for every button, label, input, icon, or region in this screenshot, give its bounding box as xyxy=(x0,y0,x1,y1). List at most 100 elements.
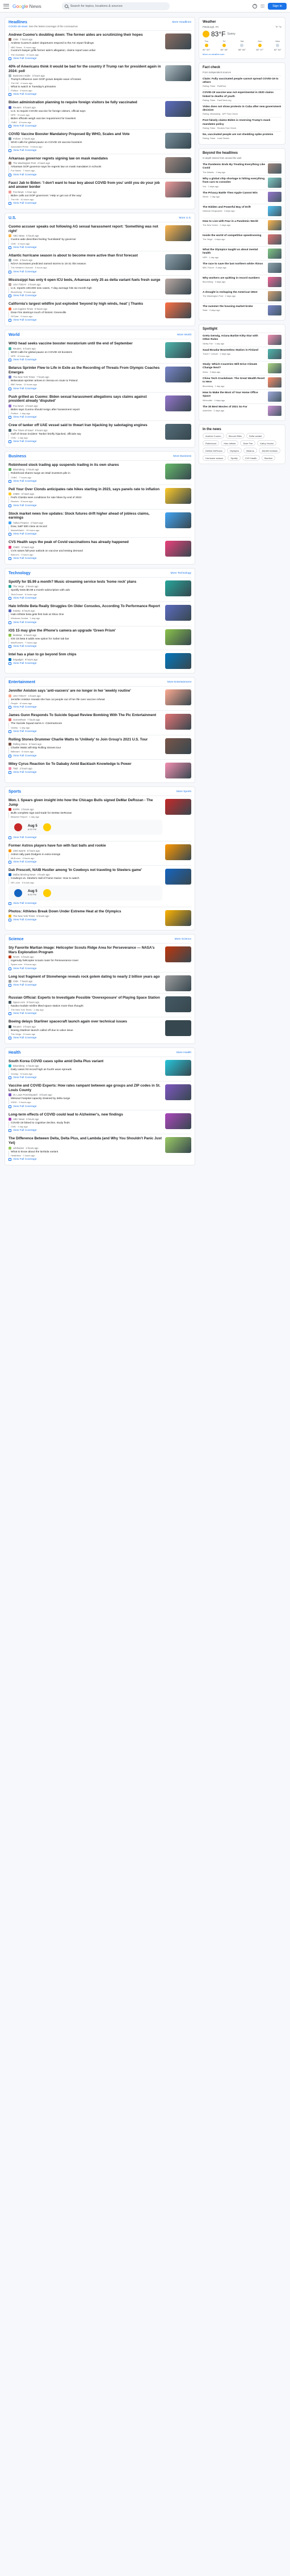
story-thumbnail[interactable] xyxy=(165,689,191,706)
source-name[interactable]: The Verge xyxy=(13,585,24,588)
side-story-headline[interactable]: Why workers are quitting in record numbe… xyxy=(203,277,266,280)
related-headline[interactable]: Daily cases hit record high as fourth wa… xyxy=(11,1068,72,1072)
story-headline[interactable]: Mon. I. Spears given insight into how th… xyxy=(9,798,162,807)
full-coverage-link[interactable]: View Full Coverage xyxy=(9,440,162,443)
story-headline[interactable]: Halo Infinite Beta Really Struggles On O… xyxy=(9,604,162,609)
topic-chip[interactable]: Spotify xyxy=(228,455,241,461)
story-thumbnail[interactable] xyxy=(165,342,191,359)
full-coverage-link[interactable]: View Full Coverage xyxy=(9,919,162,922)
more-link[interactable]: More Entertainment xyxy=(167,681,191,684)
topic-chip[interactable]: Halo Infinite xyxy=(221,440,239,447)
full-coverage-link[interactable]: View Full Coverage xyxy=(9,1157,162,1161)
story-thumbnail[interactable] xyxy=(165,302,191,319)
story-thumbnail[interactable] xyxy=(165,395,191,411)
story-headline[interactable]: Photos: Athletes Break Down Under Extrem… xyxy=(9,910,162,914)
related-headline[interactable]: Andrew Cuomo's aides' departures respond… xyxy=(11,42,94,45)
story-headline[interactable]: Spotify for $5.99 a month? Music streami… xyxy=(9,580,162,584)
story-headline[interactable]: Robinhood stock trading app suspends tra… xyxy=(9,463,162,468)
story-headline[interactable]: Mississippi has only 6 open ICU beds, Ar… xyxy=(9,278,162,283)
side-story-headline[interactable]: No, vaccinated people are not shedding s… xyxy=(203,133,281,137)
related-headline[interactable]: Cuomo's lawyer grills former aide's alle… xyxy=(11,49,95,53)
source-name[interactable]: Engadget xyxy=(13,658,23,661)
side-story[interactable]: A drought is reshaping the American West… xyxy=(203,289,281,303)
story-thumbnail[interactable] xyxy=(165,653,191,670)
side-story-headline[interactable]: A drought is reshaping the American West xyxy=(203,291,266,294)
side-story-headline[interactable]: Why a global chip shortage is hitting ev… xyxy=(203,178,266,184)
story-headline[interactable]: Intel has a plan to go beyond 5nm chips xyxy=(9,653,162,657)
topic-chip[interactable]: Dixie Fire xyxy=(240,440,256,447)
related-headline[interactable]: Boeing Starliner launch called off due t… xyxy=(11,1029,73,1033)
full-coverage-link[interactable]: View Full Coverage xyxy=(9,771,162,775)
full-coverage-link[interactable]: View Full Coverage xyxy=(9,173,162,176)
side-story[interactable]: Study: Which Countries Will Drive Climat… xyxy=(203,361,281,375)
side-story-thumbnail[interactable] xyxy=(268,234,281,245)
side-story-headline[interactable]: The Privacy Battle Then Apple Cannot Win xyxy=(203,192,266,195)
story-headline[interactable]: Vaccine and COVID Experts: How rates ram… xyxy=(9,1084,162,1093)
story-headline[interactable]: The Difference Between Delta, Delta Plus… xyxy=(9,1137,162,1146)
source-name[interactable]: Dallas Morning News xyxy=(13,873,36,876)
full-coverage-link[interactable]: View Full Coverage xyxy=(9,57,162,60)
topic-chip[interactable]: Kathy Hochul xyxy=(257,440,277,447)
story-thumbnail[interactable] xyxy=(165,464,191,479)
story-thumbnail[interactable] xyxy=(165,487,191,504)
side-story-thumbnail[interactable] xyxy=(268,363,281,374)
story-thumbnail[interactable] xyxy=(165,1020,191,1037)
story-headline[interactable]: Sly Favorite Martian Image: Helicopter S… xyxy=(9,946,162,955)
section-title[interactable]: Entertainment xyxy=(9,680,35,684)
story-thumbnail[interactable] xyxy=(165,181,191,197)
story-thumbnail[interactable] xyxy=(165,225,191,242)
story-thumbnail[interactable] xyxy=(165,1113,191,1129)
side-story[interactable]: Post falsely claims Biden is reversing T… xyxy=(203,117,281,131)
side-story[interactable]: The Hidden and Powerful Bay of Drift Nati… xyxy=(203,204,281,218)
side-story-thumbnail[interactable] xyxy=(268,377,281,388)
game-score[interactable]: Aug 5 8:00 PM xyxy=(9,885,162,900)
source-name[interactable]: CNN xyxy=(13,38,18,41)
related-headline[interactable]: Biden officials weigh vaccine requiremen… xyxy=(11,117,76,121)
source-name[interactable]: The New York Times xyxy=(13,376,35,378)
source-name[interactable]: Kotaku xyxy=(13,609,20,612)
side-story[interactable]: The Privacy Battle Then Apple Cannot Win… xyxy=(203,190,281,204)
side-story-thumbnail[interactable] xyxy=(268,163,281,174)
source-name[interactable]: NASA xyxy=(13,956,19,958)
source-name[interactable]: ScreenRant xyxy=(13,718,26,721)
side-story[interactable]: Why workers are quitting in record numbe… xyxy=(203,275,281,289)
side-story-headline[interactable]: The summer the housing market broke xyxy=(203,305,266,309)
side-story-thumbnail[interactable] xyxy=(268,277,281,288)
topic-chip[interactable]: DeMar DeRozan xyxy=(203,448,225,454)
source-name[interactable]: Space.com xyxy=(13,1001,25,1004)
source-name[interactable]: TMZ xyxy=(13,767,18,770)
story-headline[interactable]: Fauci Jab to Biden: 'I don't want to hea… xyxy=(9,181,162,190)
section-title[interactable]: World xyxy=(9,333,20,337)
story-thumbnail[interactable] xyxy=(165,975,191,991)
story-thumbnail[interactable] xyxy=(165,541,191,557)
source-name[interactable]: Rolling Stone xyxy=(13,743,27,746)
full-coverage-link[interactable]: View Full Coverage xyxy=(9,645,162,649)
story-headline[interactable]: Belarus Sprinter Flew to Life in Exile a… xyxy=(9,366,162,375)
source-name[interactable]: ABC News xyxy=(13,1118,24,1121)
source-name[interactable]: USA TODAY xyxy=(13,283,27,286)
story-thumbnail[interactable] xyxy=(165,424,191,440)
story-thumbnail[interactable] xyxy=(165,65,191,81)
side-story[interactable]: COVID-19 vaccine was not experimental in… xyxy=(203,89,281,103)
full-coverage-link[interactable]: View Full Coverage xyxy=(9,246,162,249)
side-story-headline[interactable]: Study: Which Countries Will Drive Climat… xyxy=(203,363,266,370)
source-name[interactable]: St. Louis Post-Dispatch xyxy=(13,1093,38,1096)
full-coverage-link[interactable]: View Full Coverage xyxy=(9,621,162,624)
story-thumbnail[interactable] xyxy=(165,798,191,815)
more-link[interactable]: More Health xyxy=(176,1051,191,1054)
related-headline[interactable]: Gulf of Oman incident: Tanker briefly hi… xyxy=(11,433,81,436)
source-name[interactable]: Yahoo Finance xyxy=(13,521,29,524)
covid-link[interactable]: COVID-19 news: xyxy=(9,25,28,28)
side-story-thumbnail[interactable] xyxy=(268,249,281,259)
unit-toggle[interactable]: °F °C xyxy=(275,26,281,28)
full-coverage-link[interactable]: View Full Coverage xyxy=(9,416,162,419)
side-story[interactable]: Claim: Fully vaccinated people cannot sp… xyxy=(203,75,281,89)
section-title[interactable]: Headlines xyxy=(9,20,27,24)
source-name[interactable]: Business Insider xyxy=(13,74,31,77)
side-story-headline[interactable]: The 30 Best Movies of 2021 So Far xyxy=(203,406,266,409)
source-name[interactable]: CNBC xyxy=(13,493,20,495)
more-link[interactable]: More U.S. xyxy=(179,217,191,220)
side-story-thumbnail[interactable] xyxy=(268,220,281,231)
story-thumbnail[interactable] xyxy=(165,714,191,730)
full-coverage-link[interactable]: View Full Coverage xyxy=(9,983,162,987)
